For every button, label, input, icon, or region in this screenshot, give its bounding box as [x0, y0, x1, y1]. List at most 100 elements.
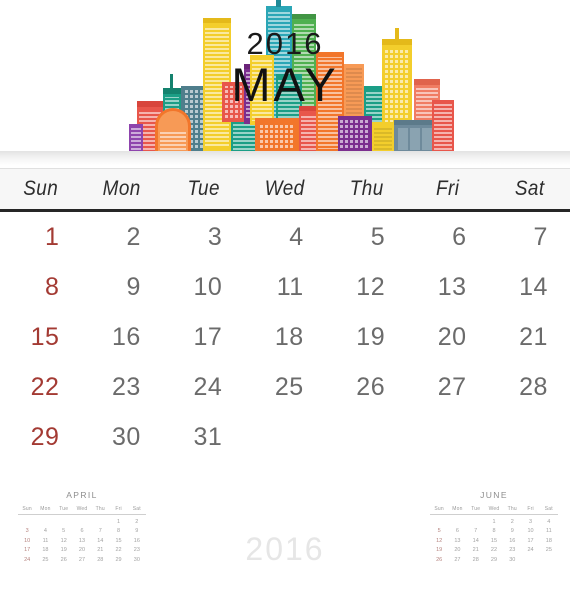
mini-day: 30	[133, 556, 140, 563]
day-cell[interactable]: 21	[489, 312, 570, 362]
mini-week-row: 24 25 26 27 28 29 30	[18, 557, 146, 563]
day-cell[interactable]: 19	[326, 312, 407, 362]
mini-day: 24	[24, 556, 31, 563]
mini-calendar-previous-month: APRIL Sun Mon Tue Wed Thu Fri Sat 1 2 3 …	[18, 490, 146, 563]
weekday-sat: Sat	[514, 177, 545, 200]
building-orange-windows	[255, 118, 299, 154]
week-row: 29 30 31	[0, 412, 570, 462]
mini-weekday-sat: Sat	[544, 506, 553, 512]
day-cell[interactable]: 17	[163, 312, 244, 362]
mini-day: 18	[42, 547, 49, 553]
day-cell[interactable]: 4	[244, 212, 325, 262]
day-cell[interactable]: 8	[0, 262, 81, 312]
day-cell[interactable]: 23	[81, 362, 162, 412]
building-orange-dome	[155, 108, 191, 154]
day-cell[interactable]: 1	[0, 212, 81, 262]
day-cell[interactable]: 7	[489, 212, 570, 262]
mini-week-row: 12 13 14 15 16 17 18	[430, 538, 558, 544]
mini-day: 18	[545, 537, 552, 544]
mini-weekday-fri: Fri	[115, 506, 122, 512]
mini-day	[18, 519, 36, 525]
mini-day: 20	[454, 547, 461, 553]
mini-day: 27	[78, 556, 86, 563]
week-row: 15 16 17 18 19 20 21	[0, 312, 570, 362]
day-cell[interactable]: 3	[163, 212, 244, 262]
mini-weekday-thu: Thu	[507, 506, 517, 512]
day-cell[interactable]: 20	[407, 312, 488, 362]
mini-day: 9	[135, 528, 139, 534]
day-cell[interactable]: 29	[0, 412, 81, 462]
day-cell[interactable]: 14	[489, 262, 570, 312]
day-cell[interactable]: 15	[0, 312, 81, 362]
mini-day: 6	[80, 528, 84, 534]
mini-weekday-mon: Mon	[40, 506, 51, 512]
calendar-hero-banner: 2016 MAY	[0, 0, 570, 168]
mini-day: 22	[490, 547, 498, 553]
day-cell-empty	[489, 412, 570, 462]
mini-day: 11	[42, 537, 49, 544]
cityscape-illustration	[129, 0, 454, 154]
mini-day: 8	[492, 528, 496, 534]
mini-day: 12	[60, 537, 67, 544]
day-cell[interactable]: 16	[81, 312, 162, 362]
mini-day: 26	[60, 556, 67, 563]
day-cell[interactable]: 2	[81, 212, 162, 262]
mini-day: 5	[437, 528, 441, 534]
mini-day	[91, 519, 109, 525]
week-row: 1 2 3 4 5 6 7	[0, 212, 570, 262]
mini-day: 25	[545, 547, 552, 553]
mini-day: 14	[97, 537, 104, 544]
day-cell[interactable]: 13	[407, 262, 488, 312]
mini-day: 6	[455, 528, 459, 534]
mini-day: 2	[135, 518, 139, 525]
week-row: 8 9 10 11 12 13 14	[0, 262, 570, 312]
mini-weekday-fri: Fri	[527, 506, 534, 512]
building-slate-bottom	[394, 120, 436, 154]
day-cell[interactable]: 28	[489, 362, 570, 412]
cityscape-ground-shadow	[0, 151, 570, 165]
mini-day: 28	[97, 556, 104, 563]
day-cell[interactable]: 9	[81, 262, 162, 312]
day-cell[interactable]: 31	[163, 412, 244, 462]
building-yellow-small-bottom	[372, 122, 394, 154]
mini-calendar-next-month: JUNE Sun Mon Tue Wed Thu Fri Sat 1 2 3 4…	[430, 490, 558, 563]
day-cell[interactable]: 27	[407, 362, 488, 412]
mini-day: 15	[115, 537, 122, 544]
mini-day: 16	[133, 537, 140, 544]
mini-week-row: 19 20 21 22 23 24 25	[430, 547, 558, 553]
mini-day: 12	[436, 537, 443, 544]
mini-day: 8	[117, 528, 121, 534]
mini-day: 23	[509, 547, 516, 553]
mini-day: 5	[62, 528, 66, 534]
mini-day	[55, 519, 73, 525]
day-cell[interactable]: 18	[244, 312, 325, 362]
mini-calendar-title: JUNE	[480, 490, 508, 500]
mini-day: 14	[472, 537, 479, 544]
day-cell[interactable]: 22	[0, 362, 81, 412]
mini-weekday-mon: Mon	[452, 506, 463, 512]
mini-week-row: 1 2	[18, 519, 146, 525]
weekday-sun: Sun	[23, 177, 59, 200]
mini-calendar-weekday-row: Sun Mon Tue Wed Thu Fri Sat	[18, 506, 146, 515]
day-cell[interactable]: 10	[163, 262, 244, 312]
mini-day: 3	[25, 528, 29, 534]
mini-day: 10	[24, 537, 31, 544]
mini-day: 24	[527, 547, 534, 553]
day-cell[interactable]: 12	[326, 262, 407, 312]
building-yellow-mid	[250, 55, 274, 125]
building-purple-bottom	[338, 116, 372, 154]
mini-calendar-weekday-row: Sun Mon Tue Wed Thu Fri Sat	[430, 506, 558, 515]
mini-day: 21	[97, 547, 104, 553]
day-cell[interactable]: 6	[407, 212, 488, 262]
day-cell[interactable]: 11	[244, 262, 325, 312]
day-cell[interactable]: 24	[163, 362, 244, 412]
day-cell[interactable]: 25	[244, 362, 325, 412]
mini-day	[540, 557, 558, 563]
day-cell[interactable]: 30	[81, 412, 162, 462]
building-red-mid	[222, 82, 244, 122]
day-cell[interactable]: 5	[326, 212, 407, 262]
mini-weekday-sun: Sun	[434, 506, 444, 512]
mini-day	[430, 519, 448, 525]
mini-day: 2	[510, 518, 514, 525]
day-cell[interactable]: 26	[326, 362, 407, 412]
